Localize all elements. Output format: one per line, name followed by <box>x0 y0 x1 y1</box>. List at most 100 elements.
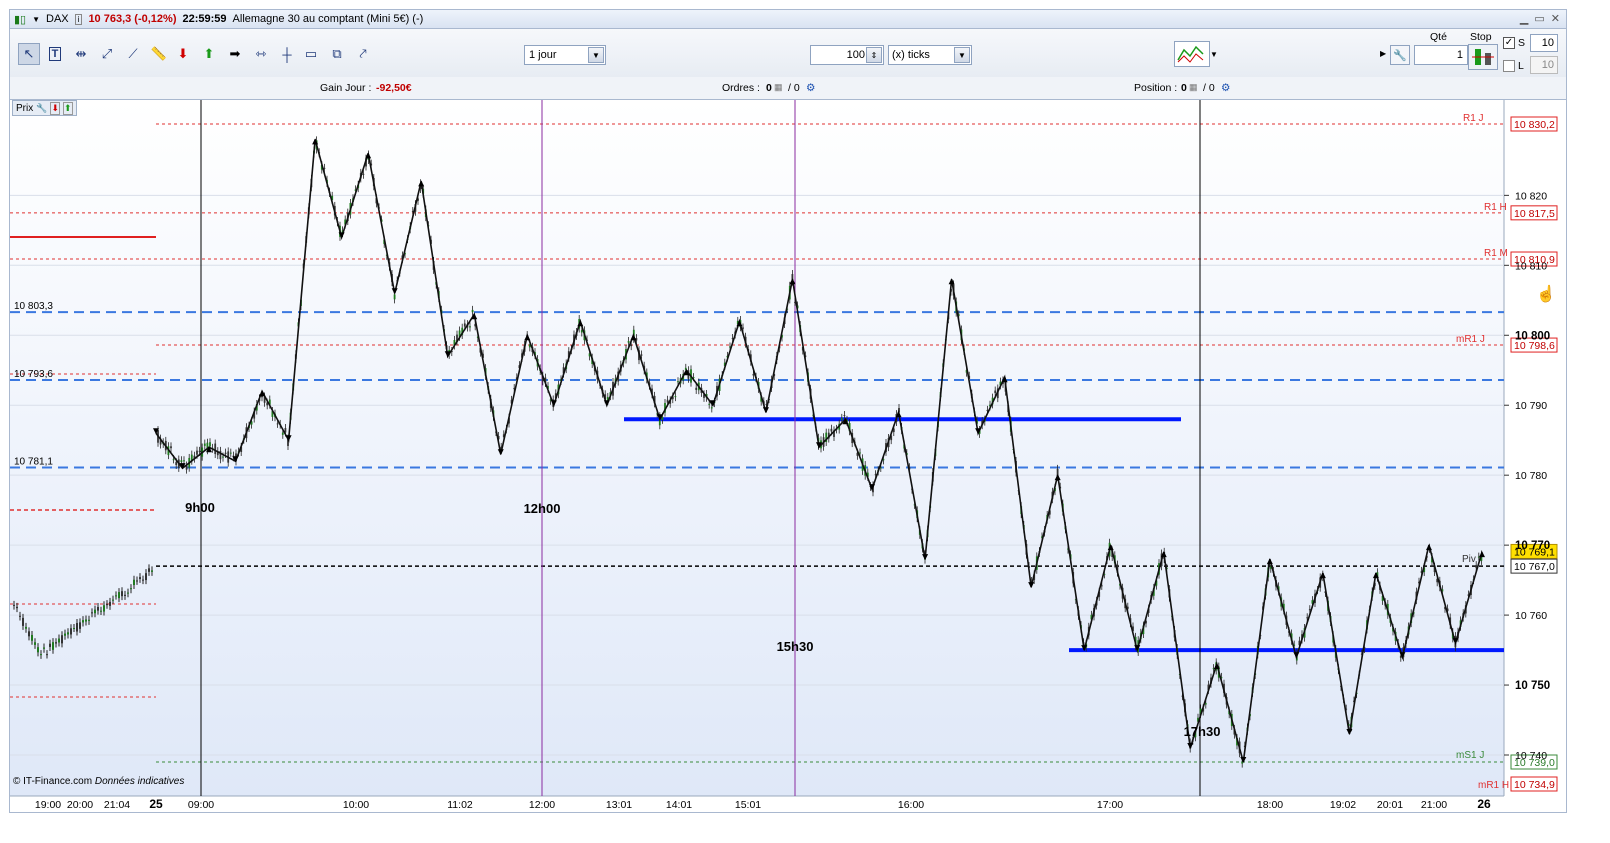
orders-list-icon[interactable]: ▦ <box>774 82 783 93</box>
stop-order-button[interactable] <box>1468 44 1498 70</box>
trend-line-tool-icon[interactable]: ⤢ <box>96 43 118 65</box>
s-checkbox[interactable]: ✓ <box>1503 37 1515 49</box>
period-value: 1 jour <box>529 49 557 61</box>
y-tick-label: 10 760 <box>1515 610 1547 622</box>
candle-body <box>109 601 111 606</box>
x-tick-label: 21:04 <box>104 799 130 811</box>
time-annotation: 9h00 <box>185 500 215 515</box>
close-icon[interactable]: ✕ <box>1551 12 1560 25</box>
hand-cursor-icon: ☝ <box>1536 286 1556 303</box>
level-tag: R1 M <box>1484 248 1508 259</box>
candle-body <box>31 634 33 641</box>
fibonacci-tool-icon[interactable]: ⇿ <box>250 43 272 65</box>
candle-body <box>708 403 711 405</box>
symbol-dropdown-icon[interactable]: ▼ <box>32 15 40 24</box>
candle-body <box>471 309 474 313</box>
wrench-icon[interactable]: 🔧 <box>1390 45 1410 65</box>
position-settings-icon[interactable]: ⚙ <box>1221 82 1230 94</box>
candle-body <box>469 326 471 328</box>
candle-body <box>55 642 57 644</box>
price-chart[interactable]: 10 803,3 10 793,6 10 781,1 R1 J R1 H R1 M mR1 … <box>9 99 1567 813</box>
x-tick-label: 17:00 <box>1097 799 1123 811</box>
x-tick-label: 10:00 <box>343 799 369 811</box>
position-list-icon[interactable]: ▦ <box>1189 82 1198 93</box>
x-tick-label: 19:02 <box>1330 799 1356 811</box>
pointer-tool-icon[interactable]: ↖ <box>18 43 40 65</box>
candle-body <box>37 647 39 653</box>
ticks-count-input[interactable]: 100 ⇕ <box>810 45 884 65</box>
s-label: S <box>1518 37 1526 49</box>
x-tick-label: 20:00 <box>67 799 93 811</box>
rectangle-tool-icon[interactable]: ▭ <box>300 43 322 65</box>
candle-body <box>142 579 144 581</box>
candle-body <box>674 396 677 398</box>
chevron-down-icon[interactable]: ▼ <box>588 47 604 63</box>
copyright-text: © IT-Finance.com <box>13 776 93 787</box>
level-label-left: 10 781,1 <box>14 456 53 467</box>
candle-body <box>13 604 15 606</box>
s-value-input[interactable]: 10 <box>1530 34 1558 52</box>
stop-order-icon <box>1472 49 1494 65</box>
panel-up-icon[interactable]: ⬆ <box>63 101 73 115</box>
candle-body <box>112 599 114 601</box>
candle-body <box>22 617 24 626</box>
panel-settings-icon[interactable]: 🔧 <box>36 103 47 114</box>
candle-body <box>25 626 27 629</box>
chart-type-dropdown-icon[interactable]: ▼ <box>1210 41 1222 67</box>
candle-body <box>627 341 630 343</box>
ruler-tool-icon[interactable]: 📏 <box>148 43 170 65</box>
candle-body <box>133 579 135 586</box>
text-tool-icon[interactable]: T <box>44 43 66 65</box>
period-select[interactable]: 1 jour ▼ <box>524 45 606 65</box>
buy-arrow-icon[interactable]: ⬆ <box>198 43 220 65</box>
candle-body <box>130 588 132 590</box>
x-tick-label: 19:00 <box>35 799 61 811</box>
price-chart-canvas[interactable]: 10 803,3 10 793,6 10 781,1 R1 J R1 H R1 M mR1 … <box>10 100 1566 812</box>
chart-type-button[interactable] <box>1174 41 1210 67</box>
extended-line-tool-icon[interactable]: ⟋ <box>122 43 144 65</box>
candle-body <box>994 390 997 394</box>
candle-body <box>82 620 84 623</box>
ray-tool-icon[interactable]: ⤤ <box>352 43 374 65</box>
level-label-left: 10 803,3 <box>14 301 53 312</box>
window-title-bar: ▮▯ ▼ DAX i 10 763,3 (-0,12%) 22:59:59 Al… <box>9 9 1567 29</box>
stepper-icon[interactable]: ⇕ <box>866 47 882 63</box>
candle-body <box>61 635 63 644</box>
candle-body <box>124 594 126 596</box>
minimize-icon[interactable]: ▁ <box>1520 12 1528 25</box>
chevron-down-icon[interactable]: ▼ <box>954 47 970 63</box>
candle-body <box>40 654 42 656</box>
time-annotation: 15h30 <box>777 639 814 654</box>
candle-body <box>121 591 123 597</box>
copyright: © IT-Finance.com Données indicatives <box>13 776 184 787</box>
ticks-unit-select[interactable]: (x) ticks ▼ <box>888 45 972 65</box>
y-tick-label: 10 790 <box>1515 400 1547 412</box>
orders-settings-icon[interactable]: ⚙ <box>806 82 815 94</box>
vertical-line-tool-icon[interactable]: ┼ <box>276 43 298 65</box>
symbol-name[interactable]: DAX <box>46 13 69 25</box>
price-panel-tag[interactable]: Prix 🔧 ⬇ ⬆ <box>12 100 77 116</box>
candle-body <box>139 577 141 579</box>
panel-down-icon[interactable]: ⬇ <box>50 101 60 115</box>
sell-arrow-icon[interactable]: ⬇ <box>172 43 194 65</box>
info-icon[interactable]: i <box>74 13 83 25</box>
candle-body <box>214 443 217 455</box>
l-value-input[interactable]: 10 <box>1530 56 1558 74</box>
right-arrow-icon[interactable]: ➡ <box>224 43 246 65</box>
candle-body <box>172 459 175 461</box>
x-tick-label: 09:00 <box>188 799 214 811</box>
l-checkbox[interactable] <box>1503 60 1515 72</box>
candle-body <box>46 654 48 656</box>
candle-chart-icon: ▮▯ <box>14 13 27 26</box>
channel-tool-icon[interactable]: ⧉ <box>326 43 348 65</box>
horizontal-line-tool-icon[interactable]: ⇹ <box>70 43 92 65</box>
time-annotation: 17h30 <box>1184 724 1221 739</box>
panel-expand-icon[interactable]: ▶ <box>1380 33 1386 73</box>
candle-body <box>229 452 232 454</box>
time-annotation: 12h00 <box>524 501 561 516</box>
price-tag-text: 10 767,0 <box>1514 561 1555 573</box>
restore-icon[interactable]: ▭ <box>1534 12 1544 25</box>
last-quote: 10 763,3 (-0,12%) <box>88 13 177 25</box>
x-tick-label: 20:01 <box>1377 799 1403 811</box>
qty-input[interactable]: 1 <box>1414 45 1468 65</box>
